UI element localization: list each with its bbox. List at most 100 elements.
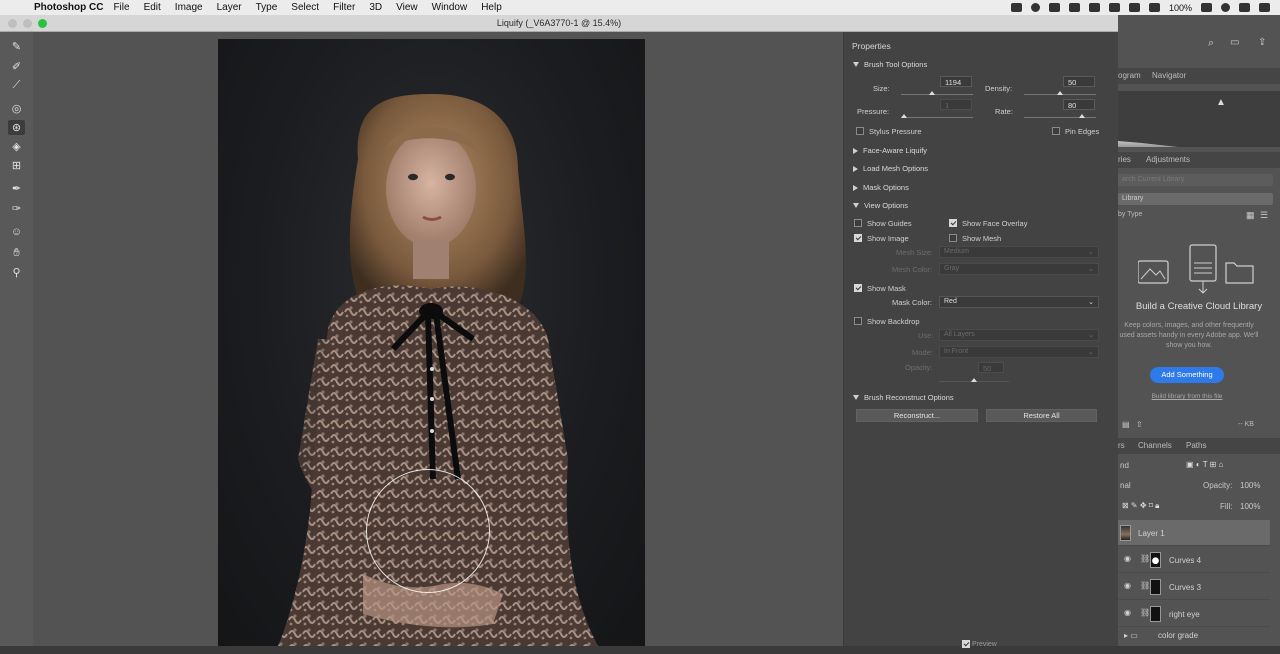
warning-icon[interactable]: ▲	[1216, 97, 1226, 108]
tab-paths[interactable]: Paths	[1186, 441, 1206, 450]
menu-3d[interactable]: 3D	[369, 2, 382, 13]
pucker-icon[interactable]: ⊛	[8, 120, 25, 135]
battery-icon[interactable]	[1201, 3, 1212, 12]
twirl-icon[interactable]: ◎	[8, 101, 25, 116]
reconstruct-icon[interactable]: ✐	[8, 59, 25, 74]
visibility-icon[interactable]: ◉	[1124, 554, 1131, 563]
menu-file[interactable]: File	[113, 2, 129, 13]
brush-reconstruct-options-header[interactable]: Brush Reconstruct Options	[853, 393, 954, 402]
push-left-icon[interactable]: ⊞	[8, 158, 25, 173]
show-mask-checkbox[interactable]	[854, 284, 862, 292]
workspace-icon[interactable]: ▭	[1230, 37, 1239, 48]
library-search-input[interactable]: arch Current Library	[1118, 174, 1273, 186]
menu-type[interactable]: Type	[256, 2, 278, 13]
tab-layers[interactable]: rs	[1118, 441, 1125, 450]
menu-select[interactable]: Select	[291, 2, 319, 13]
smooth-icon[interactable]: ⟋	[8, 78, 25, 93]
use-select[interactable]: All Layers ⌄	[939, 329, 1099, 341]
mode-select[interactable]: In Front ⌄	[939, 346, 1099, 358]
freeze-mask-icon[interactable]: ✒	[8, 181, 25, 196]
brush-tool-options-header[interactable]: Brush Tool Options	[853, 60, 927, 69]
show-image-checkbox[interactable]	[854, 234, 862, 242]
pressure-slider[interactable]	[901, 114, 973, 118]
show-guides-checkbox[interactable]	[854, 219, 862, 227]
view-by-type[interactable]: by Type	[1118, 211, 1142, 218]
menu-edit[interactable]: Edit	[144, 2, 161, 13]
tab-libraries[interactable]: ries	[1118, 155, 1131, 164]
hand-icon[interactable]: ✋︎	[8, 246, 25, 261]
mesh-size-select[interactable]: Medium ⌄	[939, 246, 1099, 258]
share-icon[interactable]: ⇪	[1258, 37, 1266, 48]
bluetooth-icon[interactable]	[1108, 3, 1120, 12]
menu-filter[interactable]: Filter	[333, 2, 355, 13]
face-aware-liquify-header[interactable]: Face-Aware Liquify	[853, 146, 927, 155]
add-something-button[interactable]: Add Something	[1150, 367, 1224, 383]
upload-icon[interactable]: ⇧	[1136, 420, 1143, 429]
user-icon[interactable]	[1221, 3, 1230, 12]
cloud-icon[interactable]	[1068, 3, 1080, 12]
show-backdrop-checkbox[interactable]	[854, 317, 862, 325]
tab-navigator[interactable]: Navigator	[1152, 71, 1186, 80]
dropbox-icon[interactable]	[1088, 3, 1100, 12]
zoom-icon[interactable]: ⚲	[8, 265, 25, 280]
menu-window[interactable]: Window	[432, 2, 468, 13]
density-slider[interactable]	[1024, 91, 1096, 95]
opacity-value[interactable]: 100%	[1240, 481, 1260, 490]
rate-input[interactable]: 80	[1063, 99, 1095, 110]
mesh-color-select[interactable]: Gray ⌄	[939, 263, 1099, 275]
grid-view-icon[interactable]: ▦	[1246, 210, 1255, 221]
slider-knob[interactable]	[901, 114, 907, 118]
filter-icons[interactable]: ▣ ◐ T ⊞ ⌂	[1186, 460, 1223, 469]
layer-row[interactable]: Layer 1	[1118, 520, 1270, 546]
record-icon[interactable]	[1030, 3, 1040, 12]
layer-row[interactable]: ◉ ⛓ right eye	[1118, 601, 1270, 627]
lock-icons[interactable]: ⊠ ✎ ✥ ⌑ 🔒︎	[1122, 501, 1159, 511]
opacity-slider[interactable]	[939, 378, 1009, 382]
menu-list-icon[interactable]	[1259, 3, 1270, 12]
thaw-mask-icon[interactable]: ✑	[8, 201, 25, 216]
search-menu-icon[interactable]	[1239, 3, 1250, 12]
build-library-link[interactable]: Build library from this file	[1118, 393, 1256, 400]
camera-icon[interactable]	[1048, 3, 1060, 12]
preview-toggle[interactable]: Preview	[962, 640, 997, 648]
library-select[interactable]: Library	[1118, 193, 1273, 205]
show-face-overlay-checkbox[interactable]	[949, 219, 957, 227]
slider-knob[interactable]	[1057, 91, 1063, 95]
pressure-input[interactable]: 1	[940, 99, 972, 110]
view-options-header[interactable]: View Options	[853, 201, 908, 210]
volume-icon[interactable]	[1148, 3, 1160, 12]
search-icon[interactable]: ⌕	[1208, 37, 1214, 50]
list-view-icon[interactable]: ☰	[1260, 210, 1268, 221]
layer-group-row[interactable]: ▸ ▭ color grade	[1118, 628, 1270, 654]
tab-histogram[interactable]: ogram	[1118, 71, 1141, 80]
opacity-input[interactable]: 50	[978, 362, 1004, 373]
pin-edges-checkbox[interactable]	[1052, 127, 1060, 135]
bloat-icon[interactable]: ◈	[8, 139, 25, 154]
size-input[interactable]: 1194	[940, 76, 972, 87]
layer-row[interactable]: ◉ ⛓ Curves 4	[1118, 547, 1270, 573]
wifi-icon[interactable]	[1128, 3, 1140, 12]
rate-slider[interactable]	[1024, 114, 1096, 118]
slider-knob[interactable]	[1079, 114, 1085, 118]
slider-knob[interactable]	[971, 378, 977, 382]
tab-channels[interactable]: Channels	[1138, 441, 1172, 450]
show-mesh-checkbox[interactable]	[949, 234, 957, 242]
preview-checkbox[interactable]	[962, 640, 970, 648]
visibility-icon[interactable]: ◉	[1124, 581, 1131, 590]
stylus-pressure-checkbox[interactable]	[856, 127, 864, 135]
restore-all-button[interactable]: Restore All	[986, 409, 1097, 422]
size-slider[interactable]	[901, 91, 973, 95]
library-folder-icon[interactable]: ▤	[1122, 420, 1130, 429]
menu-image[interactable]: Image	[175, 2, 203, 13]
menu-view[interactable]: View	[396, 2, 418, 13]
forward-warp-icon[interactable]: ✎	[8, 39, 25, 54]
blend-mode-select[interactable]: nal	[1120, 481, 1131, 490]
slider-knob[interactable]	[929, 91, 935, 95]
load-mesh-options-header[interactable]: Load Mesh Options	[853, 164, 928, 173]
menu-help[interactable]: Help	[481, 2, 502, 13]
menu-layer[interactable]: Layer	[217, 2, 242, 13]
kind-filter[interactable]: nd	[1120, 461, 1129, 470]
app-menu[interactable]: Photoshop CC	[34, 2, 103, 13]
screen-icon[interactable]	[1010, 3, 1022, 12]
fill-value[interactable]: 100%	[1240, 502, 1260, 511]
